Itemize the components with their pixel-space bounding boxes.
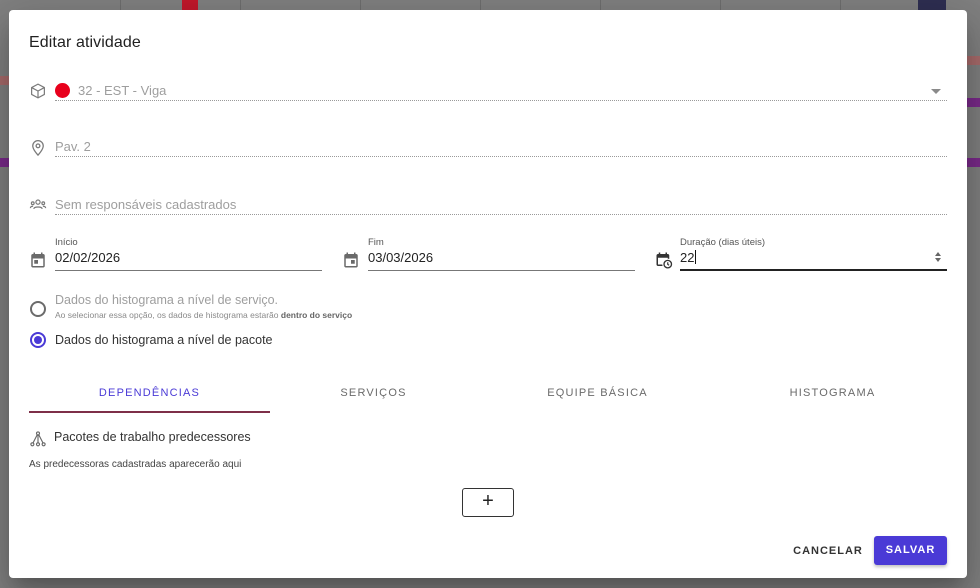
cancel-button[interactable]: CANCELAR [788,537,868,565]
number-spinner[interactable] [935,250,943,264]
radio-service-hint-text: Ao selecionar essa opção, os dados de hi… [55,310,281,320]
package-icon [29,82,47,100]
hierarchy-icon [29,430,47,448]
backdrop-stripe [967,98,980,107]
calendar-clock-icon [655,251,673,269]
edit-activity-dialog: Editar atividade 32 - EST - Viga Pav. 2 [9,10,967,578]
backdrop-gridline [360,0,361,10]
backdrop-stripe [967,158,980,167]
backdrop-gridline [480,0,481,10]
end-date-label: Fim [368,237,384,248]
tab-equipe-basica[interactable]: Equipe básica [477,380,718,412]
backdrop-stripe [0,76,9,85]
spin-up-icon[interactable] [935,252,941,256]
radio-service-label[interactable]: Dados do histograma a nível de serviço. [55,293,278,307]
package-select[interactable]: 32 - EST - Viga [55,81,947,101]
active-tab-indicator [29,411,270,413]
backdrop-gridline [600,0,601,10]
end-date-value: 03/03/2026 [368,250,434,265]
radio-service-level[interactable] [30,301,46,317]
spin-down-icon[interactable] [935,258,941,262]
radio-package-label[interactable]: Dados do histograma a nível de pacote [55,333,273,347]
save-button[interactable]: SALVAR [874,536,947,565]
package-select-value: 32 - EST - Viga [78,83,167,98]
end-date-input[interactable]: 03/03/2026 [368,249,635,271]
backdrop-gridline [120,0,121,10]
backdrop-gridline [240,0,241,10]
radio-package-level[interactable] [30,332,46,348]
duration-label: Duração (dias úteis) [680,237,766,248]
radio-service-hint-bold: dentro do serviço [280,310,353,320]
backdrop-red-tag [182,0,198,10]
backdrop-gridline [840,0,841,10]
people-icon [29,195,47,213]
duration-value: 22 [680,250,695,265]
dialog-title: Editar atividade [29,34,141,51]
tab-dependencias[interactable]: Dependências [29,380,270,412]
tab-servicos[interactable]: Serviços [253,380,494,412]
backdrop-stripe [0,158,9,167]
responsibles-placeholder: Sem responsáveis cadastrados [55,197,237,212]
location-placeholder: Pav. 2 [55,139,91,154]
backdrop-navy-tag [918,0,946,10]
calendar-icon[interactable] [342,251,360,269]
start-date-value: 02/02/2026 [55,250,121,265]
status-color-dot [55,83,70,98]
backdrop-stripe [967,56,980,65]
predecessors-empty-text: As predecessoras cadastradas aparecerão … [29,459,242,470]
tab-histograma[interactable]: Histograma [712,380,953,412]
text-caret [695,250,697,264]
location-field[interactable]: Pav. 2 [55,137,947,157]
chevron-down-icon [931,89,941,94]
calendar-icon[interactable] [29,251,47,269]
responsibles-field[interactable]: Sem responsáveis cadastrados [55,195,947,215]
backdrop-gridline [720,0,721,10]
location-pin-icon [29,139,47,157]
start-date-label: Início [55,237,78,248]
add-predecessor-button[interactable]: + [462,488,514,517]
predecessors-title: Pacotes de trabalho predecessores [54,430,251,444]
duration-input[interactable]: 22 [680,249,947,271]
start-date-input[interactable]: 02/02/2026 [55,249,322,271]
radio-service-hint: Ao selecionar essa opção, os dados de hi… [55,310,352,320]
